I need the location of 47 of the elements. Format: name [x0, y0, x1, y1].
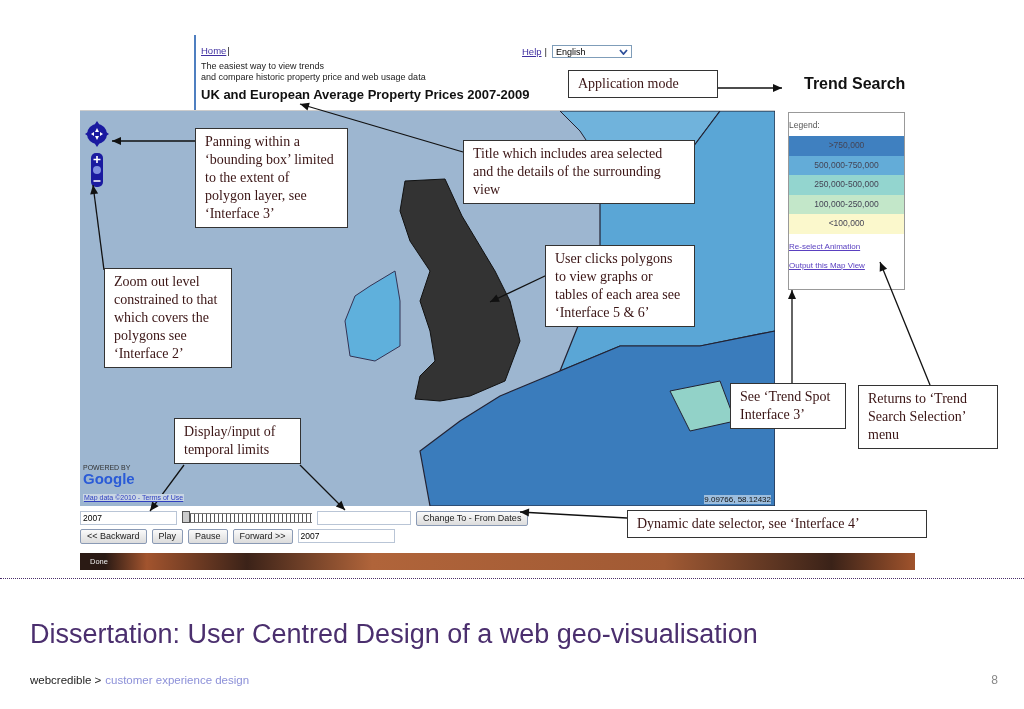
date-input[interactable]: [317, 511, 411, 525]
arrow: [299, 464, 346, 511]
playback-button[interactable]: << Backward: [80, 528, 147, 544]
annotation-callout: Returns to ‘Trend Search Selection’ menu: [858, 385, 998, 449]
annotation-callout: Panning within a ‘bounding box’ limited to the extent of polygon layer, see ‘Interface 3’: [195, 128, 348, 228]
page-title: UK and European Average Property Prices 2007-2009: [201, 87, 530, 102]
date-input[interactable]: 2007: [80, 511, 177, 525]
annotation-callout: User clicks polygons to view graphs or tables of each area see ‘Interface 5 & 6’: [545, 245, 695, 327]
slide-title: Dissertation: User Centred Design of a web geo-visualisation: [30, 619, 758, 650]
panel-link[interactable]: Re-select Animation: [789, 241, 904, 251]
legend-title: Legend:: [789, 119, 821, 132]
pan-control-icon[interactable]: [84, 119, 110, 149]
playback-button[interactable]: Forward >>: [232, 528, 293, 544]
caret-icon: [619, 48, 628, 55]
annotation-callout: Title which includes area selected and the details of the surrounding view: [463, 140, 695, 204]
separator-text: |: [227, 45, 230, 56]
legend-band: 250,000-500,000: [789, 175, 904, 195]
playback-button[interactable]: Pause: [188, 528, 228, 544]
google-logo: Google: [83, 471, 136, 486]
footer-section: customer experience design: [105, 674, 250, 686]
tagline-text: The easiest way to view trends and compare historic property price and web usage data: [201, 61, 427, 83]
arrow: [717, 84, 783, 92]
annotation-callout: Dynamic date selector, see ‘Interface 4’: [627, 510, 927, 538]
legend-band: 500,000-750,000: [789, 155, 904, 175]
legend-band: 100,000-250,000: [789, 194, 904, 214]
footer-brand: webcredible >: [30, 674, 102, 686]
slider-thumb[interactable]: [182, 511, 190, 523]
annotation-callout: Application mode: [568, 70, 718, 98]
help-link[interactable]: Help: [522, 46, 542, 57]
date-input[interactable]: 2007: [297, 529, 395, 543]
change-dates-button[interactable]: Change To - From Dates: [416, 510, 529, 526]
page-number: 8: [991, 673, 998, 687]
separator-text: |: [544, 46, 547, 57]
zoom-control-icon[interactable]: [91, 153, 103, 187]
panel-link[interactable]: Output this Map View: [789, 260, 904, 270]
annotation-callout: Display/input of temporal limits: [174, 418, 301, 464]
date-slider[interactable]: [182, 513, 312, 523]
language-select[interactable]: English: [552, 45, 632, 58]
legend-band: <100,000: [789, 214, 904, 234]
annotation-callout: See ‘Trend Spot Interface 3’: [730, 383, 846, 429]
annotation-callout: Zoom out level constrained to that which covers the polygons see ‘Interface 2’: [104, 268, 232, 368]
mode-label: Trend Search: [804, 75, 906, 93]
legend-band: >750,000: [789, 136, 904, 156]
coordinates-text: 9.09766, 58.12432: [704, 495, 771, 504]
arrow: [489, 274, 548, 303]
home-link[interactable]: Home: [201, 45, 227, 56]
playback-button[interactable]: Play: [151, 528, 184, 544]
